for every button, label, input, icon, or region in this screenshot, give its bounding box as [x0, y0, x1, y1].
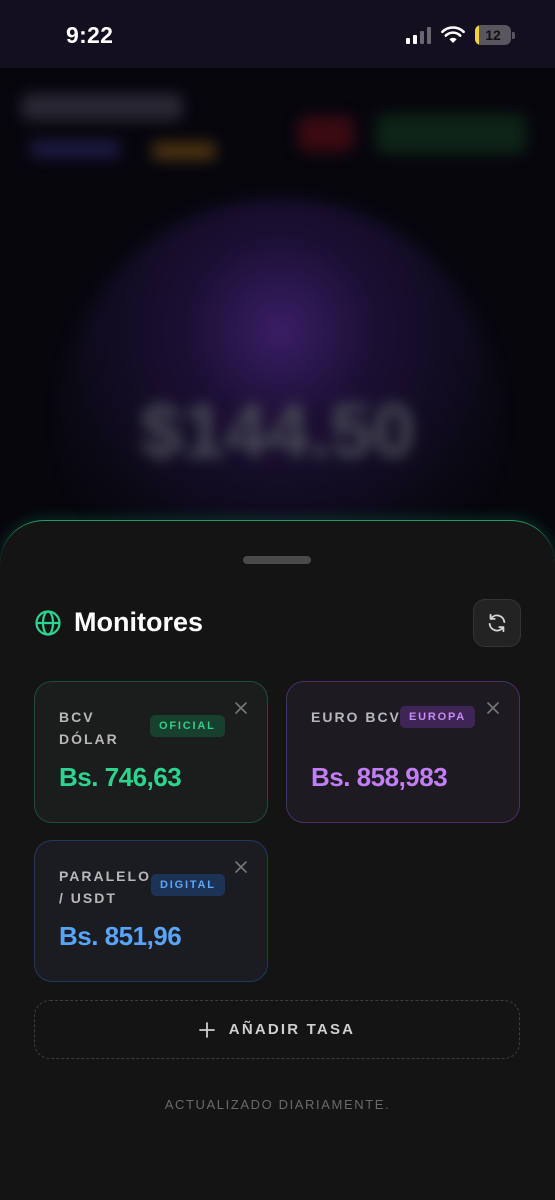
card-badge: OFICIAL	[150, 715, 225, 737]
sheet-title: Monitores	[74, 607, 204, 637]
rate-card-paralelo-usdt[interactable]: PARALELO / USDT DIGITAL Bs. 851,96	[34, 840, 268, 982]
battery-icon: 12	[475, 25, 511, 45]
add-rate-button[interactable]: AÑADIR TASA	[34, 1000, 520, 1059]
rate-card-euro-bcv[interactable]: EURO BCV EUROPA Bs. 858,983	[286, 681, 520, 823]
background-amount: $144.50	[140, 389, 415, 474]
card-value: Bs. 851,96	[59, 921, 182, 951]
card-badge: DIGITAL	[151, 874, 225, 896]
battery-level: 12	[485, 27, 501, 43]
monitors-bottom-sheet: Monitores BCV DÓLAR OFICIAL Bs. 746,63 E…	[0, 520, 555, 1200]
refresh-button[interactable]	[473, 599, 521, 647]
plus-icon	[198, 1021, 215, 1038]
close-icon[interactable]	[487, 702, 499, 714]
card-label: PARALELO / USDT	[59, 868, 151, 906]
card-value: Bs. 746,63	[59, 762, 182, 792]
globe-icon	[35, 610, 61, 636]
cellular-signal-icon	[406, 26, 431, 44]
sheet-drag-handle[interactable]	[243, 556, 311, 564]
wifi-icon	[441, 26, 465, 43]
background-app-blurred: $144.50	[0, 68, 555, 568]
card-value: Bs. 858,983	[311, 762, 448, 792]
card-label: BCV DÓLAR	[59, 709, 119, 747]
footer-note: ACTUALIZADO DIARIAMENTE.	[164, 1097, 391, 1112]
status-bar: 9:22 12	[0, 0, 555, 68]
status-icons: 12	[406, 25, 515, 45]
add-rate-label: AÑADIR TASA	[228, 1021, 356, 1038]
status-time: 9:22	[66, 22, 114, 48]
close-icon[interactable]	[235, 861, 247, 873]
rate-card-bcv-dolar[interactable]: BCV DÓLAR OFICIAL Bs. 746,63	[34, 681, 268, 823]
close-icon[interactable]	[235, 702, 247, 714]
refresh-icon	[488, 613, 506, 633]
card-badge: EUROPA	[400, 706, 476, 728]
